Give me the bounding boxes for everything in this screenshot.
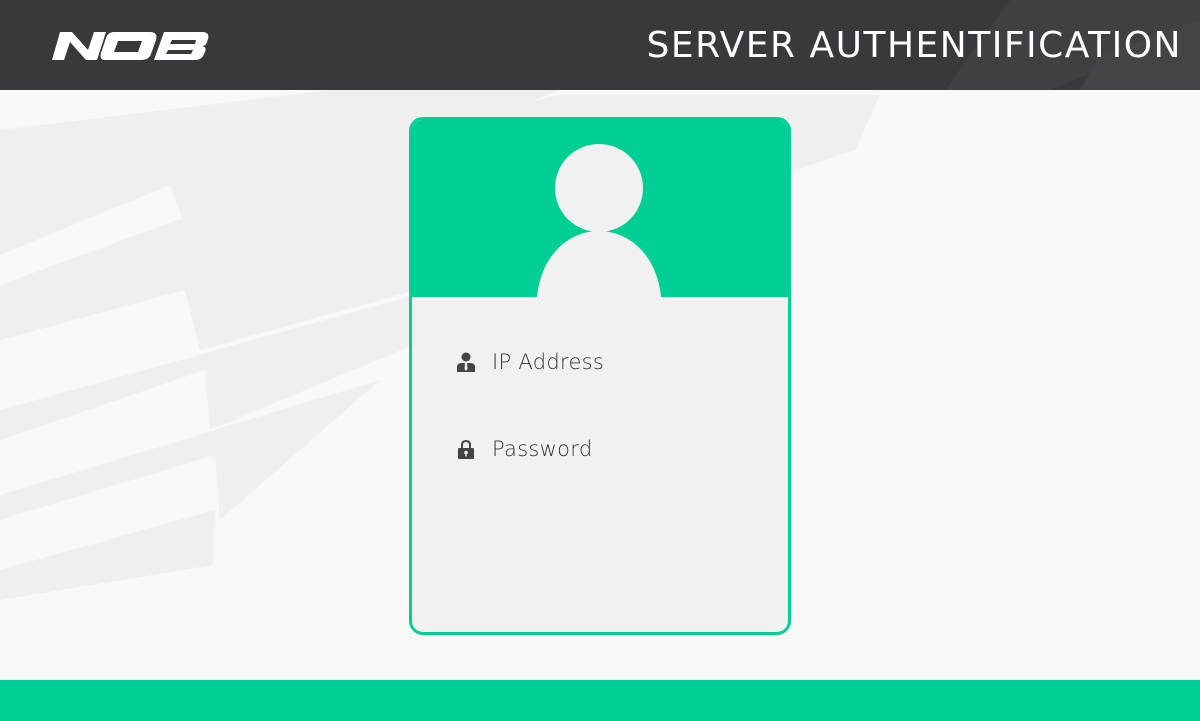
top-header: SERVER AUTHENTIFICATION (0, 0, 1200, 90)
nob-logo (52, 32, 209, 60)
footer-bar (0, 680, 1200, 721)
password-field[interactable]: Password (456, 429, 756, 469)
login-card: IP Address Password (409, 117, 791, 635)
ip-address-field[interactable]: IP Address (456, 342, 756, 382)
avatar-icon (537, 144, 661, 297)
login-screen: SERVER AUTHENTIFICATION IP Address Passw… (0, 0, 1200, 721)
page-title: SERVER AUTHENTIFICATION (646, 25, 1182, 66)
card-header (412, 120, 788, 297)
